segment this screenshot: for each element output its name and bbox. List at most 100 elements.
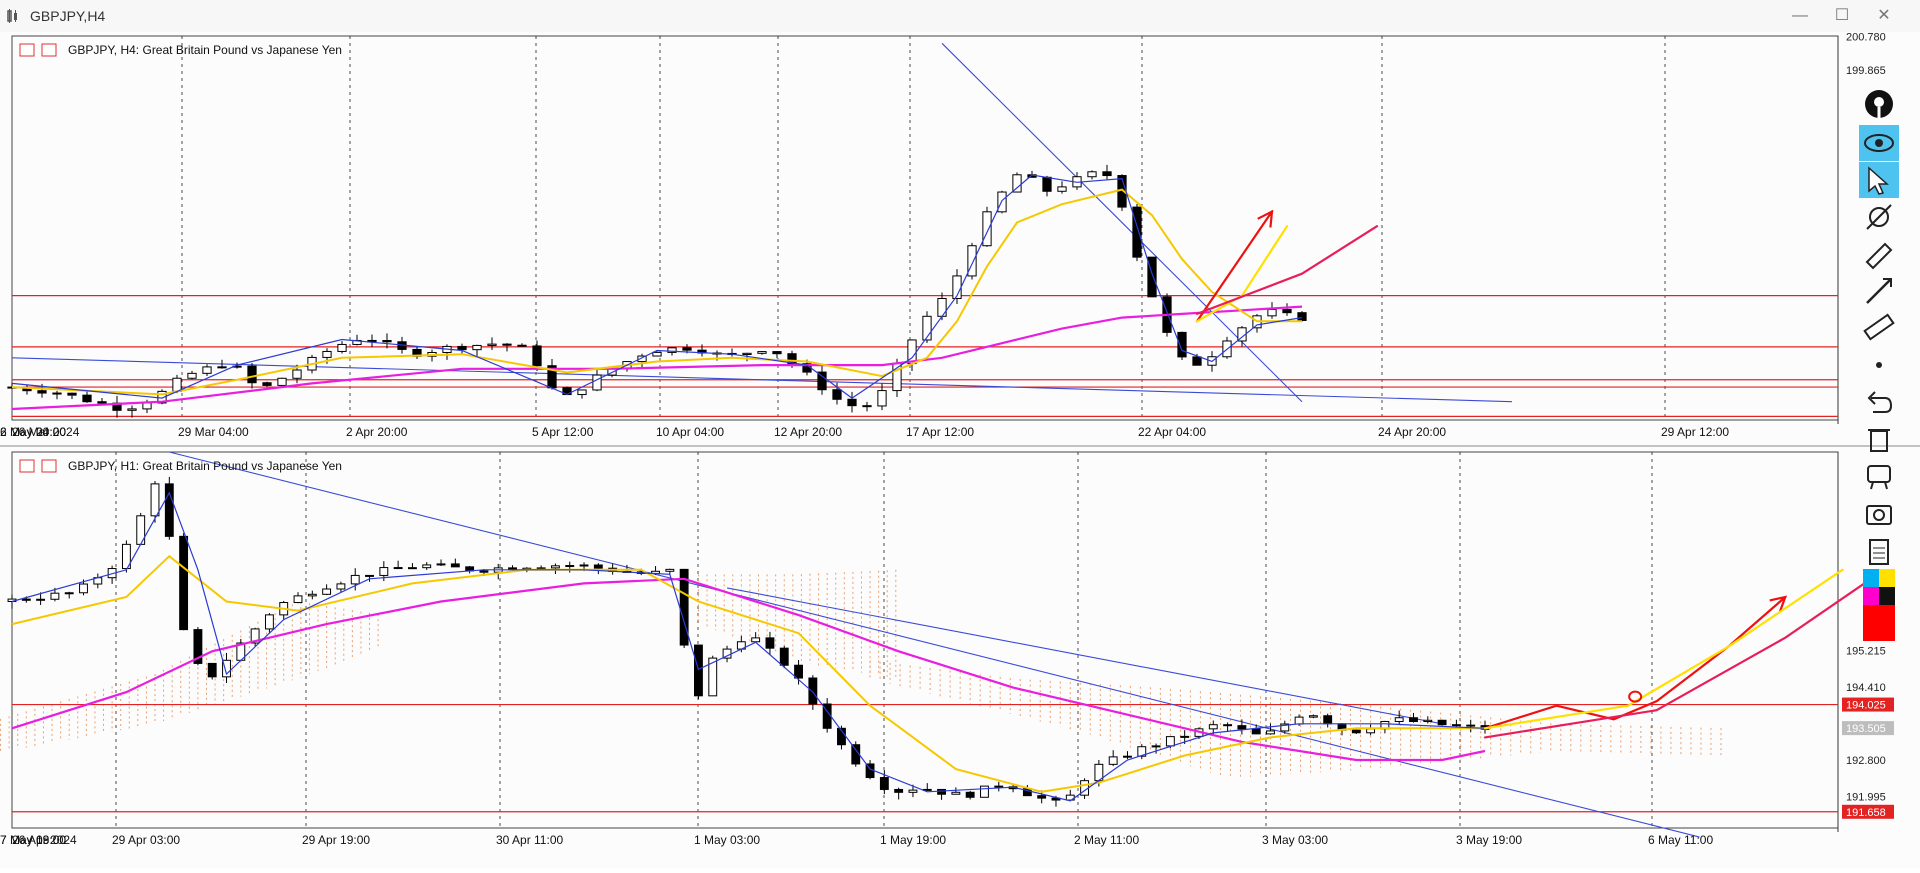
projector-icon[interactable] [1859,458,1899,494]
window-title: GBPJPY,H4 [30,8,106,24]
candle-down [532,345,542,367]
candle-up [150,483,160,517]
candle-up [1208,724,1218,730]
candle-up [937,297,947,317]
candle-up [322,588,332,595]
title-bar: GBPJPY,H4 — ☐ ✕ [0,0,1920,33]
candle-down [502,343,512,346]
pencil-icon[interactable] [1859,236,1899,272]
time-axis-label: 2 May 11:00 [1074,833,1139,847]
candle-up [336,583,346,590]
candle-down [832,389,842,400]
candle-up [877,390,887,407]
panel-title: GBPJPY, H1: Great Britain Pound vs Japan… [68,459,342,473]
indicator-list-icon [19,459,35,473]
panel-h1: GBPJPY, H1: Great Britain Pound vs Japan… [0,451,1894,847]
line-icon[interactable] [1859,273,1899,309]
candle-up [142,402,152,410]
candle-down [779,647,789,666]
candle-up [652,351,662,357]
candle-down [1437,719,1447,726]
candle-down [52,392,62,395]
time-axis-label: 12 Apr 20:00 [774,425,842,439]
time-axis-label: 3 May 19:00 [1456,833,1522,847]
time-axis-label: 1 May 19:00 [880,833,946,847]
candle-up [592,374,602,391]
candle-down [1237,725,1247,730]
panel-header-h4: GBPJPY, H4: Great Britain Pound vs Japan… [19,43,342,57]
time-axis-label: 22 Apr 04:00 [1138,425,1206,439]
candle-down [808,677,818,705]
close-icon[interactable]: ✕ [1868,4,1900,28]
candle-down [517,344,527,347]
candle-down [879,777,889,790]
pin-icon[interactable] [1859,88,1899,124]
time-axis-label: 10 Apr 04:00 [656,425,724,439]
candle-down [1037,795,1047,799]
candle-up [127,408,137,411]
candle-down [450,563,460,568]
drawing-toolbar [1857,88,1903,698]
price-axis-tick: 199.865 [1846,65,1886,77]
candle-up [337,343,347,352]
eye-icon[interactable] [1859,125,1899,161]
candle-up [1151,745,1161,748]
candle-up [1087,171,1097,178]
candle-up [751,637,761,643]
time-axis-label: 1 May 03:00 [694,833,760,847]
cursor-icon[interactable] [1859,162,1899,198]
indicator-list-icon [19,43,35,57]
candle-up [577,389,587,396]
chart-window[interactable]: GBPJPY, H4: Great Britain Pound vs Japan… [0,32,1920,868]
candle-up [487,343,497,346]
candle-up [472,344,482,351]
candle-up [982,211,992,247]
candle-up [1123,755,1132,758]
ruler-icon[interactable] [1859,310,1899,346]
candle-down [1102,171,1112,177]
candle-down [847,398,857,407]
candle-up [202,366,212,374]
clipboard-icon[interactable] [1859,532,1899,568]
charts-canvas[interactable]: GBPJPY, H4: Great Britain Pound vs Japan… [0,32,1920,868]
candle-up [187,372,197,379]
candle-up [908,789,918,793]
candle-down [262,382,272,386]
candle-down [682,347,692,351]
chart-app-icon [7,9,17,23]
candle-down [207,662,217,678]
candle-up [79,583,88,594]
maximize-icon[interactable]: ☐ [1826,4,1858,28]
camera-icon[interactable] [1859,495,1899,531]
candle-down [1223,724,1233,727]
candle-up [1394,717,1404,722]
time-axis-label: 17 Apr 12:00 [906,425,974,439]
plot-area-h1 [11,451,1839,829]
undo-icon[interactable] [1859,384,1899,420]
time-axis-label: 24 Apr 20:00 [1378,425,1446,439]
time-axis-label: 29 Apr 12:00 [1661,425,1729,439]
candle-down [82,394,92,403]
panel-h4: GBPJPY, H4: Great Britain Pound vs Japan… [0,32,1886,439]
time-axis-label: 6 May 20:00 [0,425,66,439]
candle-up [1366,728,1376,734]
candle-down [457,345,467,351]
crosshair-icon[interactable] [1859,199,1899,235]
time-axis-label: 6 May 11:00 [1648,833,1713,847]
candle-down [965,791,975,798]
candle-up [536,567,546,570]
candle-up [50,592,60,600]
trash-icon[interactable] [1859,421,1899,457]
candle-down [67,392,77,396]
candle-down [894,788,904,793]
candle-down [97,401,107,404]
candle-down [862,405,872,408]
time-axis-label: 29 Apr 19:00 [302,833,370,847]
candle-up [1012,174,1022,193]
color-palette-icon[interactable] [1859,569,1899,645]
candle-up [742,352,752,356]
candle-up [64,592,74,595]
dot-icon[interactable] [1859,347,1899,383]
candle-down [382,340,392,343]
minimize-icon[interactable]: — [1784,4,1816,28]
